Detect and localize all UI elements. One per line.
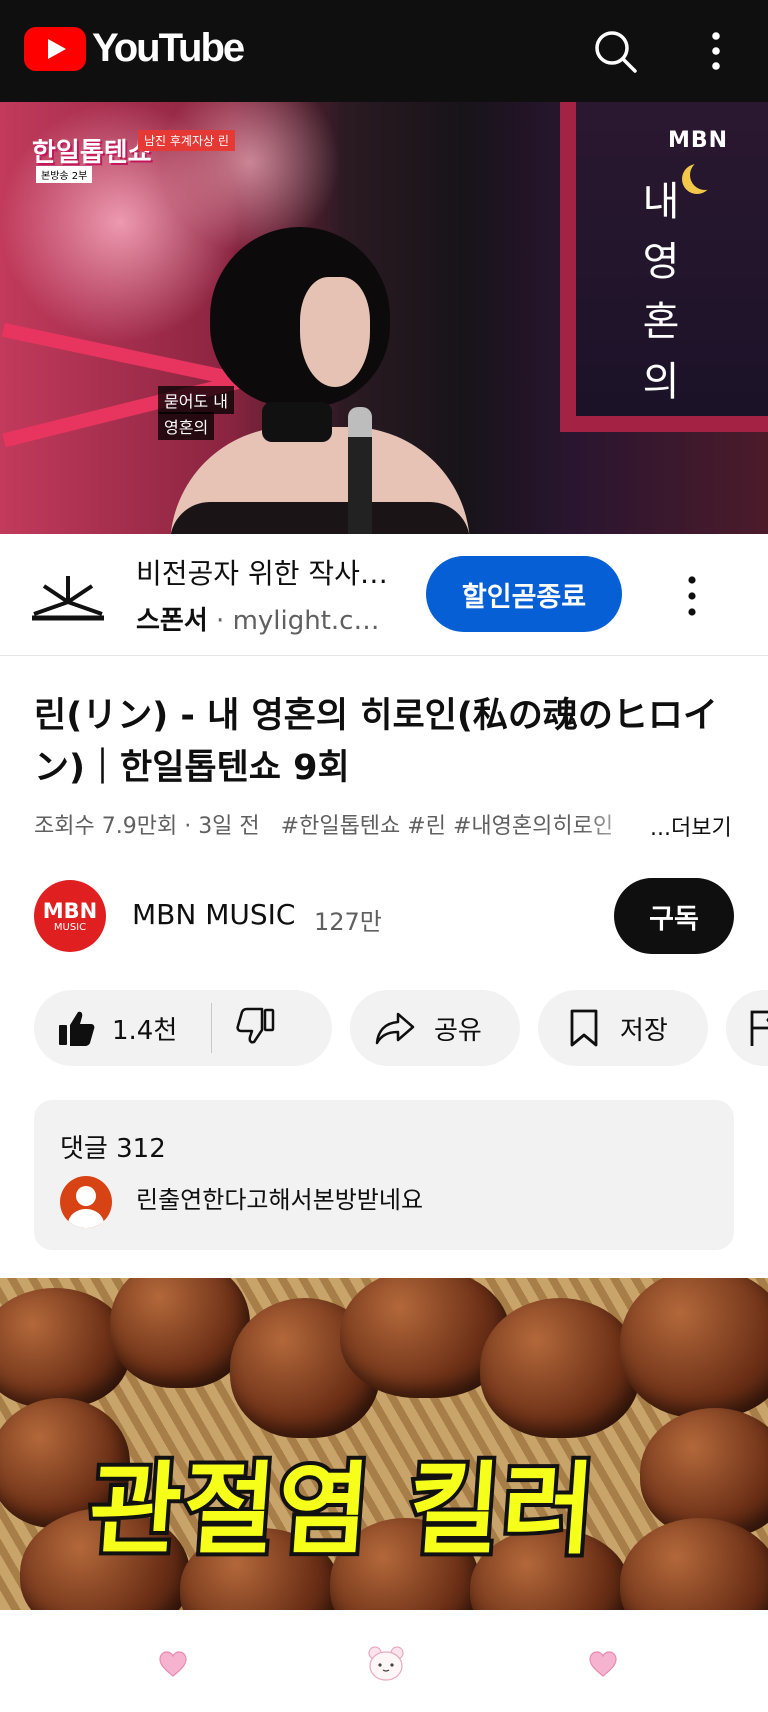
report-button[interactable]: [726, 990, 768, 1066]
share-button[interactable]: 공유: [350, 990, 520, 1066]
show-more-link[interactable]: ...더보기: [648, 810, 732, 842]
share-icon: [375, 1012, 415, 1045]
thumbs-down-icon: [236, 1007, 275, 1044]
channel-avatar[interactable]: MBN MUSIC: [34, 880, 106, 952]
more-vert-icon[interactable]: [680, 574, 704, 618]
show-subtitle: 본방송 2부: [36, 166, 93, 183]
ad-sponsor-line: 스폰서 · mylight.c…: [136, 600, 379, 637]
more-vert-icon[interactable]: [700, 30, 732, 72]
broadcaster-logo: MBN: [668, 128, 729, 153]
song-title-char: 영: [642, 239, 680, 285]
heart-icon[interactable]: [158, 1650, 188, 1678]
thumbs-up-icon: [59, 1011, 95, 1046]
commenter-avatar: [60, 1176, 112, 1228]
chestnut-image: [110, 1278, 250, 1388]
show-tag: 남진 후계자상 린: [138, 130, 235, 151]
bottom-navigation: [0, 1610, 768, 1712]
like-dislike-segmented-button: 1.4천: [34, 990, 332, 1066]
sponsor-separator: ·: [216, 606, 225, 636]
moon-icon: [690, 160, 720, 190]
youtube-play-logo-icon: [24, 26, 86, 71]
like-button[interactable]: 1.4천: [34, 1008, 177, 1048]
avatar-head: [76, 1186, 96, 1206]
chestnut-image: [0, 1288, 130, 1408]
performer-dress: [170, 502, 470, 534]
top-app-bar: YouTube: [0, 0, 768, 102]
ad-cta-button[interactable]: 할인곧종료: [426, 556, 622, 632]
subscribe-button[interactable]: 구독: [614, 878, 734, 954]
microphone: [348, 407, 372, 534]
upload-age: 3일 전: [198, 814, 260, 839]
caption-line: 영혼의: [158, 412, 215, 440]
song-title-char: 의: [642, 359, 680, 405]
flag-icon: [750, 1010, 768, 1046]
video-player[interactable]: 한일톱텐쇼 남진 후계자상 린 본방송 2부 MBN 내 영 혼 의 묻어도 내…: [0, 102, 768, 534]
share-label: 공유: [434, 1015, 482, 1046]
next-video-thumbnail[interactable]: 관절염 킬러: [0, 1278, 768, 1610]
meta-separator: ·: [184, 814, 192, 839]
pill-divider: [211, 1003, 213, 1053]
thumbnail-headline: 관절염 킬러: [81, 1447, 604, 1572]
video-title[interactable]: 린(リン) - 내 영혼의 히로인(私の魂のヒロイン)｜한일톱텐쇼 9회: [34, 690, 734, 794]
like-count: 1.4천: [112, 1015, 178, 1046]
caption-line: 묻어도 내: [158, 386, 234, 414]
hashtags[interactable]: #한일톱텐쇼 #린 #내영혼의히로인: [281, 814, 613, 839]
logo-text: YouTube: [92, 26, 245, 70]
sponsored-ad[interactable]: 비전공자 위한 작사… 스폰서 · mylight.c… 할인곧종료: [0, 534, 768, 656]
chestnut-image: [620, 1278, 768, 1418]
dislike-button[interactable]: [236, 1006, 276, 1050]
search-icon[interactable]: [592, 28, 638, 74]
avatar-body: [68, 1209, 104, 1228]
chestnut-image: [480, 1298, 640, 1438]
avatar-text: MBN: [42, 898, 98, 923]
subscriber-count: 127만: [314, 908, 382, 936]
avatar-subtext: MUSIC: [53, 921, 87, 933]
bookmark-icon: [570, 1009, 598, 1047]
heart-icon[interactable]: [588, 1650, 618, 1678]
advertiser-logo-icon: [32, 576, 104, 621]
save-button[interactable]: 저장: [538, 990, 708, 1066]
top-comment-text: 린출연한다고해서본방받네요: [136, 1186, 424, 1214]
comments-count: 댓글 312: [60, 1134, 166, 1164]
song-title-char: 내: [642, 179, 680, 225]
show-logo: 한일톱텐쇼: [32, 138, 152, 168]
sponsor-label: 스폰서: [136, 606, 208, 636]
view-count: 조회수 7.9만회: [34, 814, 178, 839]
comments-teaser[interactable]: 댓글 312 린출연한다고해서본방받네요: [34, 1100, 734, 1250]
ad-title[interactable]: 비전공자 위한 작사…: [136, 552, 388, 592]
channel-name[interactable]: MBN MUSIC: [132, 898, 295, 931]
chestnut-image: [620, 1518, 768, 1610]
ad-url: mylight.c…: [232, 606, 380, 636]
song-title-overlay: 내 영 혼 의: [636, 172, 686, 412]
song-title-char: 혼: [642, 299, 680, 345]
performer-face: [300, 277, 370, 387]
performer-choker: [262, 402, 332, 442]
youtube-logo[interactable]: YouTube: [24, 26, 245, 71]
save-label: 저장: [620, 1015, 668, 1046]
bear-face-icon[interactable]: [366, 1644, 406, 1682]
